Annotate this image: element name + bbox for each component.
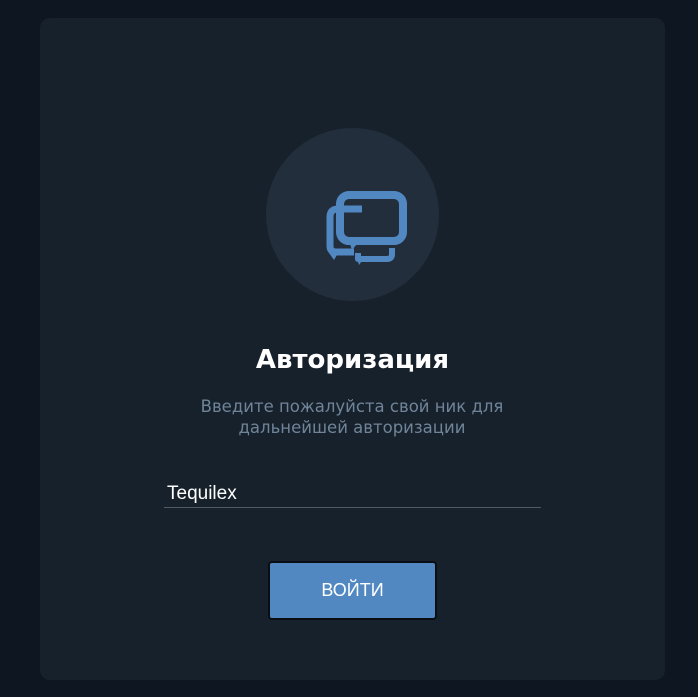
auth-card: Авторизация Введите пожалуйста свой ник … (40, 18, 665, 680)
login-button[interactable]: ВОЙТИ (268, 561, 437, 620)
page-title: Авторизация (255, 345, 450, 375)
chat-bubbles-icon (326, 191, 407, 265)
page-subtitle: Введите пожалуйста свой ник для дальнейш… (200, 397, 504, 437)
logo-circle (266, 128, 439, 301)
nickname-input[interactable] (164, 481, 541, 508)
